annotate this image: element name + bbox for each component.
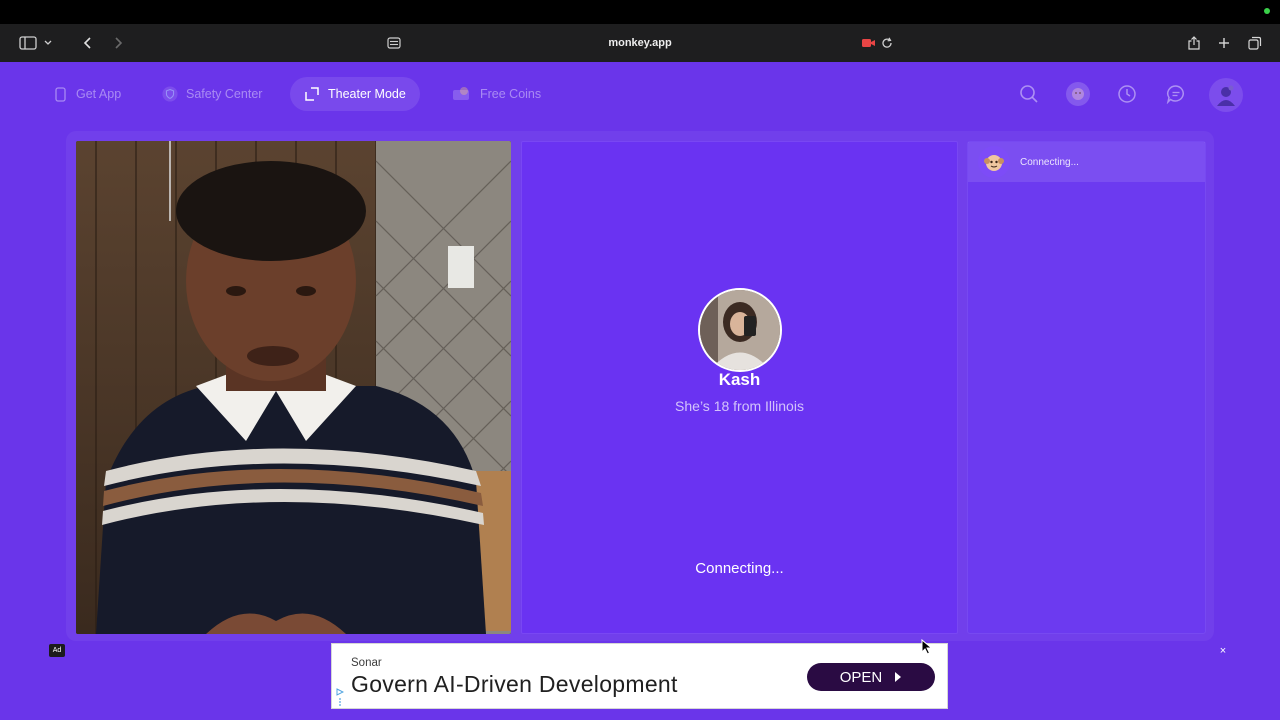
history-icon[interactable]	[1115, 82, 1139, 106]
profile-avatar[interactable]	[1209, 78, 1243, 112]
camera-recording-icon[interactable]	[862, 34, 876, 52]
partner-avatar-image	[700, 290, 780, 370]
ad-headline[interactable]: Govern AI-Driven Development	[351, 671, 678, 698]
monkey-avatar-icon[interactable]	[1066, 82, 1090, 106]
sidebar-toggle-button[interactable]	[16, 34, 56, 52]
app-header: Get App Safety Center Theater Mode Free …	[0, 62, 1280, 128]
shield-icon	[162, 86, 178, 102]
share-icon[interactable]	[1186, 34, 1202, 52]
partner-subtitle: She’s 18 from Illinois	[675, 398, 804, 414]
safety-center-label: Safety Center	[186, 87, 263, 101]
play-arrow-icon	[895, 672, 902, 682]
system-menubar	[0, 0, 1280, 24]
new-tab-icon[interactable]	[1216, 34, 1232, 52]
monkey-icon	[978, 146, 1010, 178]
coins-icon	[452, 86, 472, 102]
chat-status-row: Connecting...	[968, 142, 1205, 182]
page-menu-icon[interactable]	[386, 34, 402, 52]
self-video-image	[76, 141, 511, 634]
browser-toolbar: monkey.app	[0, 24, 1280, 62]
partner-panel: Kash She’s 18 from Illinois Connecting..…	[521, 141, 958, 634]
tab-overview-icon[interactable]	[1247, 34, 1263, 52]
phone-icon	[52, 86, 68, 102]
chat-status-text: Connecting...	[1020, 156, 1079, 168]
self-video-feed	[76, 141, 511, 634]
get-app-label: Get App	[76, 87, 122, 101]
partner-name: Kash	[718, 370, 761, 389]
free-coins-button[interactable]: Free Coins	[438, 77, 555, 111]
expand-icon	[304, 86, 320, 102]
free-coins-label: Free Coins	[480, 87, 542, 101]
theater-mode-button[interactable]: Theater Mode	[290, 77, 420, 111]
chat-panel: Connecting...	[967, 141, 1206, 634]
url-text[interactable]: monkey.app	[608, 37, 671, 49]
back-button[interactable]	[80, 34, 96, 52]
adchoices-icon[interactable]	[336, 688, 345, 706]
forward-button[interactable]	[110, 34, 126, 52]
ad-badge: Ad	[49, 644, 65, 657]
ad-close-button[interactable]: ×	[1216, 644, 1230, 658]
get-app-button[interactable]: Get App	[38, 77, 135, 111]
ad-brand: Sonar	[351, 657, 382, 669]
partner-avatar[interactable]	[698, 288, 782, 372]
mouse-cursor-icon	[921, 638, 933, 660]
search-icon[interactable]	[1017, 82, 1041, 106]
reload-icon[interactable]	[880, 34, 894, 52]
connection-status: Connecting...	[695, 560, 784, 577]
theater-mode-label: Theater Mode	[328, 87, 406, 101]
ad-banner[interactable]: Sonar Govern AI-Driven Development OPEN	[331, 643, 948, 709]
ad-open-label: OPEN	[839, 668, 883, 686]
address-bar[interactable]: monkey.app	[0, 24, 1280, 62]
chat-bubble-icon[interactable]	[1164, 82, 1188, 106]
safety-center-button[interactable]: Safety Center	[148, 77, 276, 111]
ad-open-button[interactable]: OPEN	[807, 663, 935, 691]
camera-indicator-icon	[1264, 8, 1270, 14]
